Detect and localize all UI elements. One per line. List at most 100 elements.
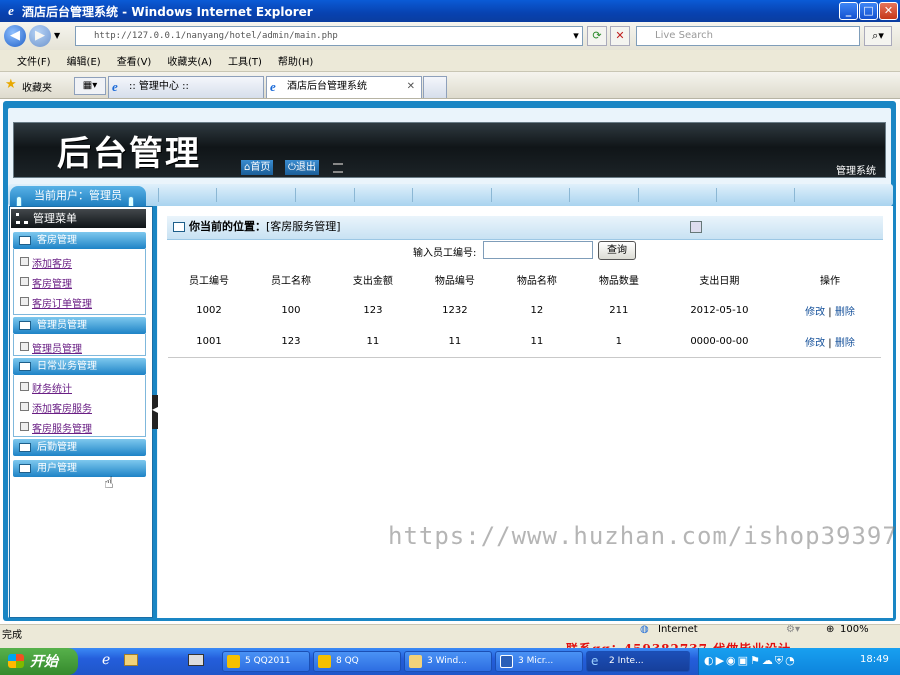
- item-label: 管理员管理: [32, 344, 82, 355]
- sidebar-item-finance[interactable]: 财务统计: [20, 380, 72, 395]
- search-go-icon[interactable]: ⌕▾: [864, 26, 892, 46]
- sidebar-group-rooms[interactable]: 客房管理: [13, 232, 146, 249]
- maximize-button[interactable]: □: [859, 2, 878, 20]
- history-dropdown-icon[interactable]: ▼: [54, 31, 60, 40]
- location-text: [客房服务管理]: [266, 220, 341, 233]
- qq-icon: [318, 655, 331, 668]
- favorites-star-icon[interactable]: ★: [5, 77, 17, 92]
- stop-icon[interactable]: ✕: [610, 26, 630, 46]
- taskbar-item-qq2011[interactable]: 5 QQ2011: [222, 651, 310, 672]
- menu-bar: 文件(F) 编辑(E) 查看(V) 收藏夹(A) 工具(T) 帮助(H): [0, 50, 900, 72]
- sidebar-item-admin-manage[interactable]: 管理员管理: [20, 340, 82, 355]
- zoom-icon[interactable]: ⊕: [826, 619, 834, 641]
- cell: 11: [413, 326, 496, 358]
- sidebar-group-admins[interactable]: 管理员管理: [13, 317, 146, 334]
- logout-button[interactable]: ⏻退出: [285, 160, 319, 175]
- taskbar-item-word[interactable]: 3 Micr...: [495, 651, 583, 672]
- doc-icon: [20, 297, 29, 306]
- delete-link[interactable]: 删除: [835, 307, 855, 318]
- doc-icon: [20, 257, 29, 266]
- col-header: 物品编号: [434, 276, 475, 287]
- menu-favorites[interactable]: 收藏夹(A): [167, 53, 212, 68]
- zone-label: Internet: [658, 624, 698, 635]
- tab-label: 酒店后台管理系统: [287, 81, 367, 92]
- menu-tools[interactable]: 工具(T): [228, 53, 262, 68]
- employee-id-input[interactable]: [483, 241, 593, 259]
- refresh-icon[interactable]: ⟳: [587, 26, 607, 46]
- taskbar-item-ie[interactable]: e 2 Inte...: [586, 651, 690, 672]
- folder-icon: [19, 362, 31, 371]
- clock: 18:49: [860, 654, 889, 665]
- back-icon[interactable]: ◀: [4, 25, 26, 47]
- menu-file[interactable]: 文件(F): [17, 53, 51, 68]
- query-button[interactable]: 查询: [598, 241, 636, 260]
- sidebar-item-room-orders[interactable]: 客房订单管理: [20, 295, 92, 310]
- minimize-button[interactable]: _: [839, 2, 858, 20]
- address-dropdown-icon[interactable]: ▾: [569, 27, 583, 45]
- edit-link[interactable]: 修改: [805, 338, 825, 349]
- live-search-input[interactable]: Live Search: [636, 26, 860, 46]
- cell: 12: [530, 305, 544, 316]
- quicklaunch-folder-icon[interactable]: [124, 654, 138, 666]
- forward-icon[interactable]: ▶: [29, 25, 51, 47]
- col-header: 支出日期: [699, 276, 740, 287]
- start-button[interactable]: 开始: [0, 648, 78, 675]
- cell: 0000-00-00: [659, 326, 779, 358]
- logout-label: 退出: [295, 162, 316, 173]
- taskbar-item-windows[interactable]: 3 Wind...: [404, 651, 492, 672]
- tab-hotel-admin[interactable]: e 酒店后台管理系统 ✕: [266, 76, 422, 98]
- menu-edit[interactable]: 编辑(E): [67, 53, 101, 68]
- tab-admin-center[interactable]: e :: 管理中心 ::: [108, 76, 264, 98]
- hand-cursor-icon: ☝: [104, 473, 114, 492]
- banner-title: 后台管理: [57, 134, 201, 174]
- sidebar-item-service-manage[interactable]: 客房服务管理: [20, 420, 92, 435]
- folder-icon: [19, 443, 31, 452]
- folder-icon: [19, 464, 31, 473]
- quick-tabs-icon[interactable]: ▦▾: [74, 77, 106, 95]
- doc-icon: [20, 277, 29, 286]
- sidebar-group-users[interactable]: 用户管理: [13, 460, 146, 477]
- taskbar-label: 2 Inte...: [609, 656, 644, 666]
- delete-link[interactable]: 删除: [835, 338, 855, 349]
- sidebar-group-daily[interactable]: 日常业务管理: [13, 358, 146, 375]
- row-actions: 修改 | 删除: [778, 326, 881, 358]
- status-text: 完成: [2, 630, 22, 641]
- edit-link[interactable]: 修改: [805, 307, 825, 318]
- add-icon[interactable]: [690, 221, 702, 233]
- quicklaunch-ie-icon[interactable]: ℯ: [102, 652, 110, 668]
- new-tab-button[interactable]: [423, 76, 447, 98]
- sidebar-group-logistics[interactable]: 后勤管理: [13, 439, 146, 456]
- cell: 2012-05-10: [690, 305, 749, 316]
- tab-close-icon[interactable]: ✕: [407, 77, 415, 97]
- favorites-label[interactable]: 收藏夹: [22, 79, 52, 94]
- item-label: 添加客房: [32, 259, 72, 270]
- col-header: 物品数量: [598, 276, 639, 287]
- folder-icon: [19, 236, 31, 245]
- close-button[interactable]: ✕: [879, 2, 898, 20]
- table-row: 1002 100 123 1232 12 211 2012-05-10 修改 |…: [168, 295, 881, 326]
- ie-icon: e: [8, 3, 14, 18]
- power-icon: ⏻: [288, 162, 296, 173]
- col-header: 操作: [819, 276, 840, 287]
- sidebar-item-add-service[interactable]: 添加客房服务: [20, 400, 92, 415]
- col-header: 员工名称: [270, 276, 311, 287]
- current-user-label: 当前用户：管理员: [10, 186, 146, 206]
- taskbar-item-qq[interactable]: 8 QQ: [313, 651, 401, 672]
- strip-separator: [412, 188, 413, 202]
- address-input[interactable]: http://127.0.0.1/nanyang/hotel/admin/mai…: [75, 26, 583, 46]
- cell: 100: [281, 305, 301, 316]
- menu-view[interactable]: 查看(V): [117, 53, 152, 68]
- menu-help[interactable]: 帮助(H): [278, 53, 313, 68]
- folder-icon: [19, 321, 31, 330]
- quicklaunch-keyboard-icon[interactable]: [188, 654, 204, 666]
- home-button[interactable]: ⌂首页: [241, 160, 274, 175]
- zoom-level[interactable]: 100%: [840, 619, 869, 641]
- tray-icons[interactable]: ◐▶◉▣⚑☁⛨◔: [704, 654, 797, 668]
- sidebar-item-add-room[interactable]: 添加客房: [20, 255, 72, 270]
- location-prefix: 你当前的位置：: [189, 220, 266, 233]
- sidebar-item-room-manage[interactable]: 客房管理: [20, 275, 72, 290]
- group-title: 管理员管理: [37, 320, 87, 331]
- action-separator: |: [828, 307, 832, 318]
- qq-icon: [227, 655, 240, 668]
- doc-icon: [20, 342, 29, 351]
